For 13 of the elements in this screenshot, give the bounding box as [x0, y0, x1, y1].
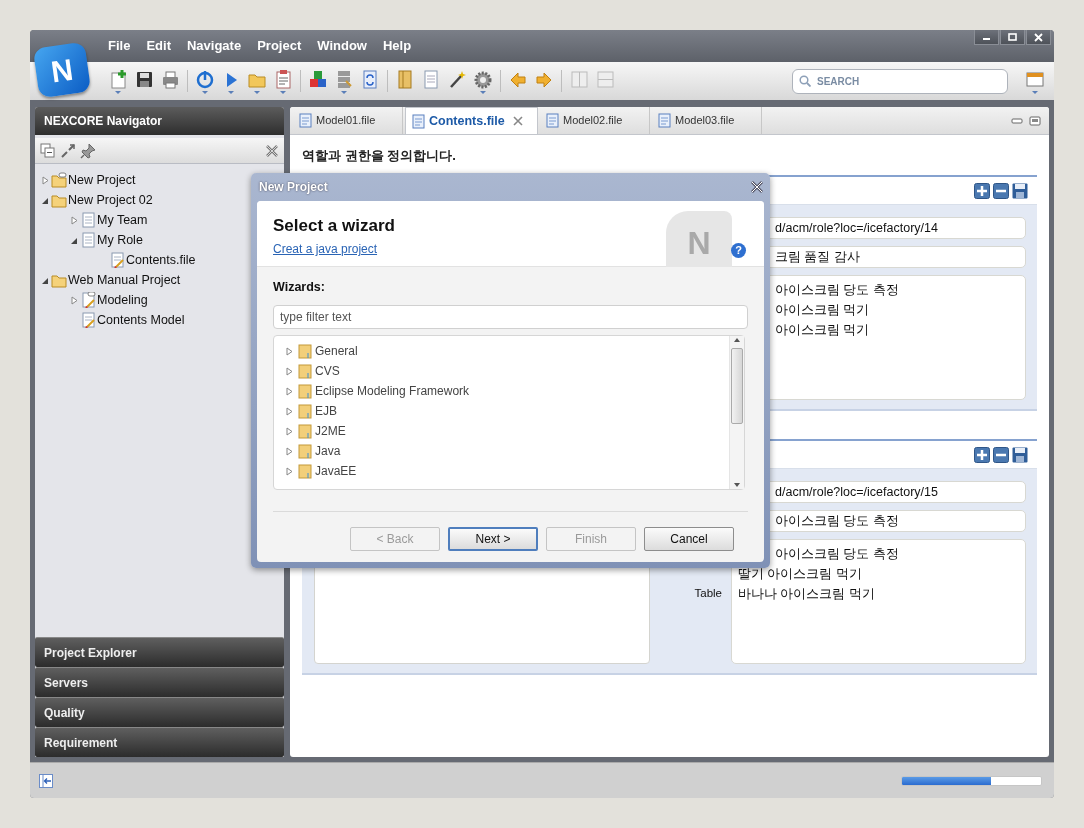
dialog-title: New Project — [258, 179, 328, 196]
wizard-heading: Select a wizard — [273, 215, 396, 237]
list-label: Wizards: — [273, 279, 326, 295]
text-line: 딸기 아이스크림 먹기 — [737, 566, 863, 583]
text-line: 아이스크림 먹기 — [774, 302, 871, 319]
text-line: 아이스크림 당도 측정 — [774, 282, 900, 299]
text-line: 바나나 아이스크림 먹기 — [737, 586, 876, 603]
text-line: 아이스크림 당도 측정 — [774, 546, 900, 563]
text-line: 아이스크림 먹기 — [774, 322, 871, 339]
description-text: 역할과 권한을 정의합니다. — [302, 147, 457, 165]
field-label: Table — [693, 586, 723, 601]
banner-logo: N — [666, 211, 732, 267]
panel-title: NEXCORE Navigator — [35, 107, 284, 135]
